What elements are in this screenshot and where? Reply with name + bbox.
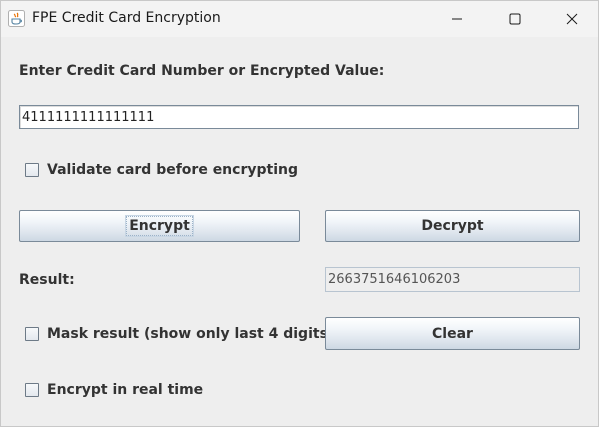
decrypt-button[interactable]: Decrypt [325, 210, 580, 242]
realtime-label[interactable]: Encrypt in real time [47, 382, 203, 398]
clear-button-label: Clear [432, 325, 473, 342]
result-field[interactable]: 2663751646106203 [325, 267, 580, 292]
result-value: 2663751646106203 [328, 272, 461, 287]
close-icon [566, 13, 578, 25]
title-bar[interactable]: FPE Credit Card Encryption [1, 1, 598, 37]
minimize-button[interactable] [429, 1, 485, 37]
java-icon [8, 10, 25, 27]
validate-card-option[interactable]: Validate card before encrypting [25, 162, 298, 178]
realtime-checkbox[interactable] [25, 383, 39, 397]
clear-button[interactable]: Clear [325, 317, 580, 350]
realtime-option[interactable]: Encrypt in real time [25, 382, 203, 398]
minimize-icon [452, 18, 462, 20]
card-number-input[interactable] [19, 105, 579, 129]
validate-card-label[interactable]: Validate card before encrypting [47, 162, 298, 178]
close-button[interactable] [544, 1, 599, 37]
mask-result-checkbox[interactable] [25, 327, 39, 341]
input-label: Enter Credit Card Number or Encrypted Va… [19, 63, 385, 79]
maximize-button[interactable] [487, 1, 543, 37]
mask-result-label[interactable]: Mask result (show only last 4 digits) [47, 326, 334, 342]
maximize-icon [509, 13, 521, 25]
result-label: Result: [19, 272, 75, 288]
encrypt-button[interactable]: Encrypt [19, 210, 300, 242]
app-window: FPE Credit Card Encryption Enter Credit … [0, 0, 599, 427]
mask-result-option[interactable]: Mask result (show only last 4 digits) [25, 326, 334, 342]
decrypt-button-label: Decrypt [421, 218, 484, 234]
validate-card-checkbox[interactable] [25, 163, 39, 177]
encrypt-button-label: Encrypt [126, 216, 193, 236]
window-title: FPE Credit Card Encryption [32, 10, 221, 26]
